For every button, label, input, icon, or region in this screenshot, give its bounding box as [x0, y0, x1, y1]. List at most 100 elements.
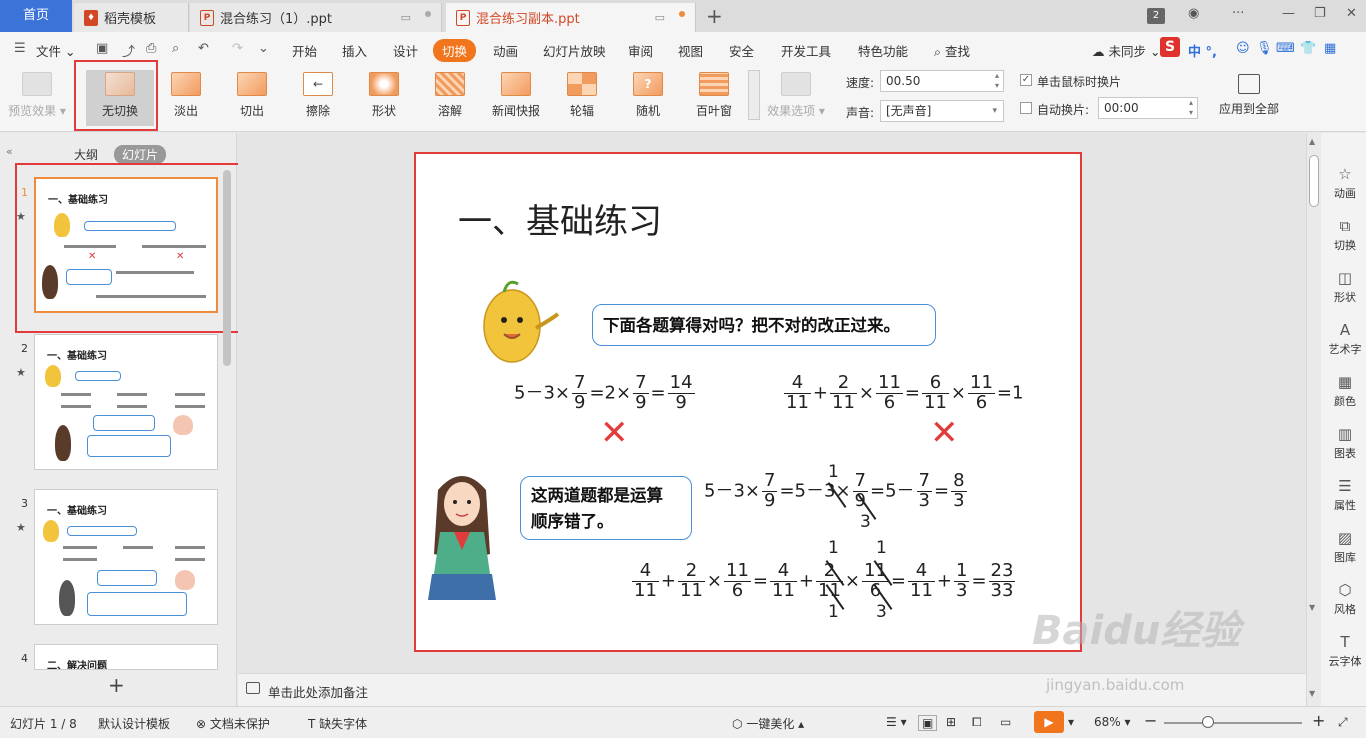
home-tab[interactable]: 首页	[0, 0, 72, 32]
auto-advance-checkbox[interactable]	[1020, 102, 1032, 114]
speech-bubble-question[interactable]: 下面各题算得对吗？把不对的改正过来。	[592, 304, 936, 346]
ime-emoji-icon[interactable]: ☺	[1236, 41, 1250, 56]
transition-random[interactable]: ? 随机	[618, 72, 678, 119]
ime-toolbox-icon[interactable]: ▦	[1324, 41, 1336, 56]
transition-fade[interactable]: 淡出	[156, 72, 216, 119]
customize-toolbar-icon[interactable]: ⌄	[258, 41, 269, 56]
fit-window-icon[interactable]: ⤢	[1338, 715, 1348, 730]
ime-keyboard-icon[interactable]: ⌨	[1276, 41, 1295, 56]
menu-developer[interactable]: 开发工具	[781, 41, 831, 60]
scroll-thumb[interactable]	[1309, 155, 1319, 207]
tab-monitor-icon[interactable]: ▭	[655, 11, 665, 24]
slides-tab[interactable]: 幻灯片	[114, 145, 167, 164]
transition-gallery-scrollbar[interactable]	[748, 70, 760, 120]
panel-cloud-font[interactable]: T 云字体	[1323, 633, 1366, 669]
save-icon[interactable]: ▣	[96, 41, 108, 56]
menu-security[interactable]: 安全	[729, 41, 754, 60]
add-slide-icon[interactable]: +	[108, 673, 125, 697]
panel-gallery[interactable]: ▨ 图库	[1323, 529, 1366, 565]
zoom-in-icon[interactable]: +	[1312, 711, 1325, 730]
menu-transition[interactable]: 切换	[433, 39, 477, 62]
canvas-scrollbar[interactable]: ▲ ▼ ▼	[1307, 133, 1321, 706]
page-down-icon[interactable]: ▼	[1309, 689, 1315, 698]
redo-icon[interactable]: ↷	[232, 41, 243, 56]
panel-chart[interactable]: ▥ 图表	[1323, 425, 1366, 461]
tab-daoke-template[interactable]: ♦ 稻壳模板	[74, 3, 189, 32]
sogou-ime-icon[interactable]: S	[1160, 37, 1180, 57]
fullscreen-icon[interactable]: ▭	[1000, 715, 1011, 729]
new-tab-icon[interactable]: +	[706, 4, 723, 28]
document-protection[interactable]: ⊗ 文档未保护	[196, 715, 270, 732]
window-count-badge[interactable]: 2	[1147, 8, 1165, 24]
zoom-slider-handle[interactable]	[1202, 716, 1214, 728]
tab-mixed-exercise-copy[interactable]: P 混合练习副本.ppt ▭	[446, 3, 696, 32]
missing-fonts[interactable]: T 缺失字体	[308, 715, 367, 732]
ime-mic-icon[interactable]: 🎙	[1256, 41, 1273, 56]
panel-shape[interactable]: ◫ 形状	[1323, 269, 1366, 305]
play-options-icon[interactable]: ▾	[1068, 715, 1074, 729]
scroll-down-icon[interactable]: ▼	[1309, 603, 1315, 612]
equation-1[interactable]: 5－3× 7 9 =2× 7 9 = 14 9	[514, 373, 697, 413]
transition-wheel[interactable]: 轮辐	[552, 72, 612, 119]
one-click-beautify[interactable]: ⬡ 一键美化 ▴	[732, 715, 804, 732]
speech-bubble-answer[interactable]: 这两道题都是运算 顺序错了。	[520, 476, 692, 540]
search-menu[interactable]: ⌕ 查找	[934, 41, 970, 60]
restore-icon[interactable]: ❐	[1314, 6, 1326, 21]
close-icon[interactable]: ✕	[1346, 6, 1357, 21]
file-menu[interactable]: 文件 ⌄	[36, 41, 75, 60]
transition-cut[interactable]: 切出	[222, 72, 282, 119]
transition-blinds[interactable]: 百叶窗	[684, 72, 744, 119]
menu-review[interactable]: 审阅	[628, 41, 653, 60]
slide-thumbnail-2[interactable]: 一、基础练习	[34, 334, 218, 470]
avatar-icon[interactable]: ◉	[1188, 6, 1199, 21]
zoom-slider[interactable]	[1164, 722, 1302, 724]
zoom-level[interactable]: 68% ▾	[1094, 715, 1131, 729]
transition-shape[interactable]: 形状	[354, 72, 414, 119]
slide-thumbnail-4[interactable]: 二、解决问题	[34, 644, 218, 670]
design-template[interactable]: 默认设计模板	[98, 715, 170, 732]
transition-wipe[interactable]: ← 擦除	[288, 72, 348, 119]
slide-title[interactable]: 一、基础练习	[458, 194, 662, 243]
more-icon[interactable]: ···	[1232, 6, 1244, 21]
play-slideshow-button[interactable]: ▶	[1034, 711, 1064, 733]
menu-view[interactable]: 视图	[678, 41, 703, 60]
collapse-panel-icon[interactable]: «	[6, 145, 13, 158]
menu-design[interactable]: 设计	[393, 41, 418, 60]
panel-animation[interactable]: ☆ 动画	[1323, 165, 1366, 201]
normal-view-icon[interactable]: ▣	[918, 715, 938, 731]
menu-insert[interactable]: 插入	[342, 41, 367, 60]
sync-status[interactable]: ☁ 未同步 ⌄	[1092, 41, 1160, 60]
scroll-up-icon[interactable]: ▲	[1309, 137, 1315, 146]
speed-input[interactable]: 00.50 ▴ ▾	[880, 70, 1004, 92]
print-icon[interactable]: ⎙	[146, 41, 156, 56]
sound-select[interactable]: [无声音] ▾	[880, 100, 1004, 122]
auto-advance-time-input[interactable]: 00:00 ▴ ▾	[1098, 97, 1198, 119]
notes-toggle-icon[interactable]: ☰ ▾	[886, 715, 907, 729]
panel-properties[interactable]: ☰ 属性	[1323, 477, 1366, 513]
ime-chinese-icon[interactable]: 中 °,	[1188, 41, 1217, 60]
tab-mixed-exercise-1[interactable]: P 混合练习（1）.ppt ▭	[190, 3, 442, 32]
outline-tab[interactable]: 大纲	[74, 146, 98, 163]
on-click-checkbox[interactable]: ✓	[1020, 74, 1032, 86]
menu-animation[interactable]: 动画	[493, 41, 518, 60]
apply-to-all-button[interactable]: 应用到全部	[1216, 72, 1282, 117]
panel-style[interactable]: ⬡ 风格	[1323, 581, 1366, 617]
equation-2[interactable]: 4 11 +2 11 × 11 6 = 6 11 × 11 6 =1	[782, 373, 1023, 413]
slide-sorter-icon[interactable]: ⊞	[946, 715, 956, 729]
panel-color[interactable]: ▦ 颜色	[1323, 373, 1366, 409]
transition-newsflash[interactable]: 新闻快报	[486, 72, 546, 119]
panel-transition[interactable]: ⧉ 切换	[1323, 217, 1366, 253]
transition-dissolve[interactable]: 溶解	[420, 72, 480, 119]
menu-features[interactable]: 特色功能	[858, 41, 908, 60]
minimize-icon[interactable]: —	[1282, 6, 1295, 21]
export-icon[interactable]: ⤴	[122, 41, 135, 60]
zoom-out-icon[interactable]: −	[1144, 711, 1157, 730]
thumbnail-scrollbar[interactable]	[223, 170, 231, 366]
reading-view-icon[interactable]: ⧠	[972, 715, 982, 730]
menu-start[interactable]: 开始	[292, 41, 317, 60]
hamburger-icon[interactable]: ☰	[14, 41, 26, 56]
menu-slideshow[interactable]: 幻灯片放映	[543, 41, 606, 60]
equation-4[interactable]: 411+211×116=411+211×116=411+13=2333	[630, 561, 1017, 601]
undo-icon[interactable]: ↶	[198, 41, 209, 56]
print-preview-icon[interactable]: ⌕	[172, 41, 179, 56]
